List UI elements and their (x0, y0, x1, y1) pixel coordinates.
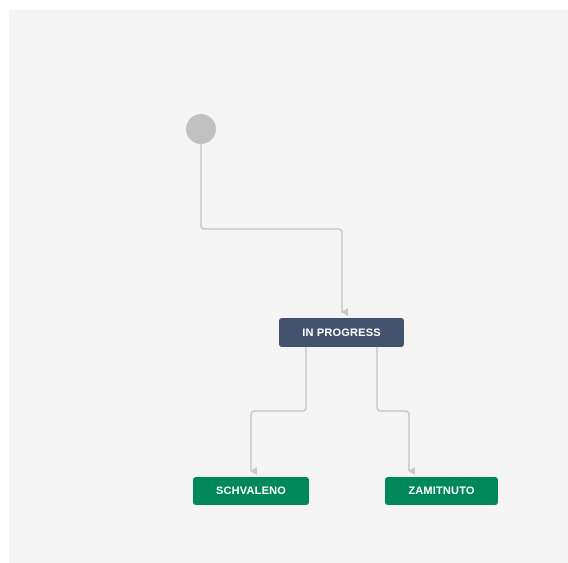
transition-start-to-in-progress (200, 144, 348, 316)
status-zamitnuto[interactable]: ZAMITNUTO (385, 477, 498, 505)
transition-in-progress-to-zamitnuto (376, 347, 415, 475)
status-in-progress[interactable]: IN PROGRESS (279, 318, 404, 347)
transition-in-progress-to-schvaleno (250, 347, 307, 475)
status-schvaleno[interactable]: SCHVALENO (193, 477, 309, 505)
start-node[interactable] (186, 114, 216, 144)
